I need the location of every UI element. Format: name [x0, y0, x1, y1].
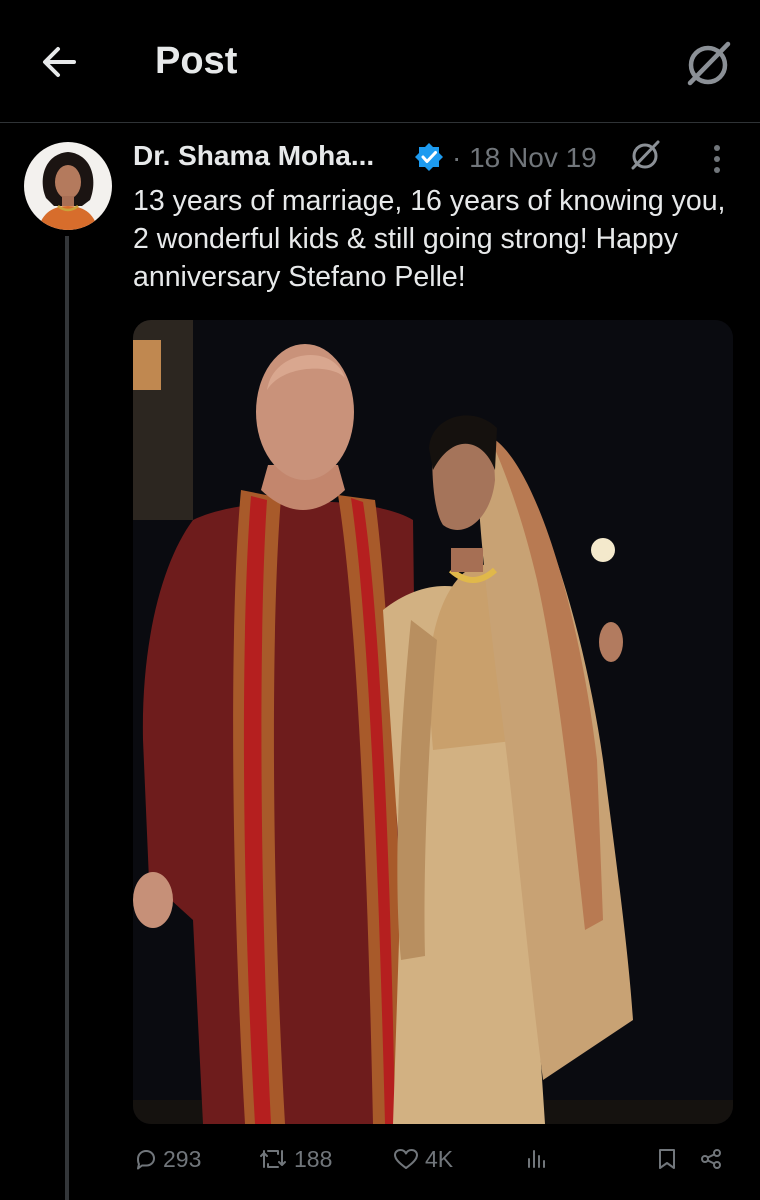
- date-text: 18 Nov 19: [469, 142, 597, 173]
- verified-badge-icon: [415, 143, 443, 171]
- grok-icon[interactable]: [682, 38, 734, 90]
- grok-icon[interactable]: [628, 138, 662, 172]
- bookmark-icon: [659, 1149, 675, 1169]
- more-icon[interactable]: [708, 142, 726, 176]
- thread-line: [65, 236, 69, 1200]
- reply-icon: [137, 1150, 155, 1170]
- tweet-photo[interactable]: [133, 320, 733, 1124]
- views-button[interactable]: [525, 1142, 555, 1176]
- repost-count: 188: [294, 1145, 333, 1172]
- date-separator: ·: [452, 142, 462, 173]
- views-icon: [528, 1150, 545, 1168]
- reply-count: 293: [163, 1145, 202, 1172]
- avatar[interactable]: [24, 142, 112, 230]
- author-name[interactable]: Dr. Shama Moha...: [133, 140, 374, 172]
- top-bar: Post: [0, 0, 760, 123]
- tweet-text: 13 years of marriage, 16 years of knowin…: [133, 185, 726, 293]
- like-button[interactable]: 4K: [393, 1142, 453, 1176]
- action-bar: 293 188 4K: [133, 1140, 733, 1180]
- photo-illustration: [133, 320, 733, 1124]
- back-arrow-icon[interactable]: [36, 38, 84, 86]
- bookmark-button[interactable]: [656, 1142, 684, 1176]
- share-button[interactable]: [699, 1142, 729, 1176]
- page-title: Post: [155, 40, 238, 82]
- like-icon: [394, 1149, 418, 1169]
- like-count: 4K: [425, 1145, 454, 1172]
- repost-icon: [260, 1150, 286, 1168]
- reply-button[interactable]: 293: [133, 1142, 201, 1176]
- tweet-date[interactable]: · 18 Nov 19: [452, 142, 597, 174]
- share-icon: [701, 1149, 721, 1169]
- repost-button[interactable]: 188: [258, 1142, 332, 1176]
